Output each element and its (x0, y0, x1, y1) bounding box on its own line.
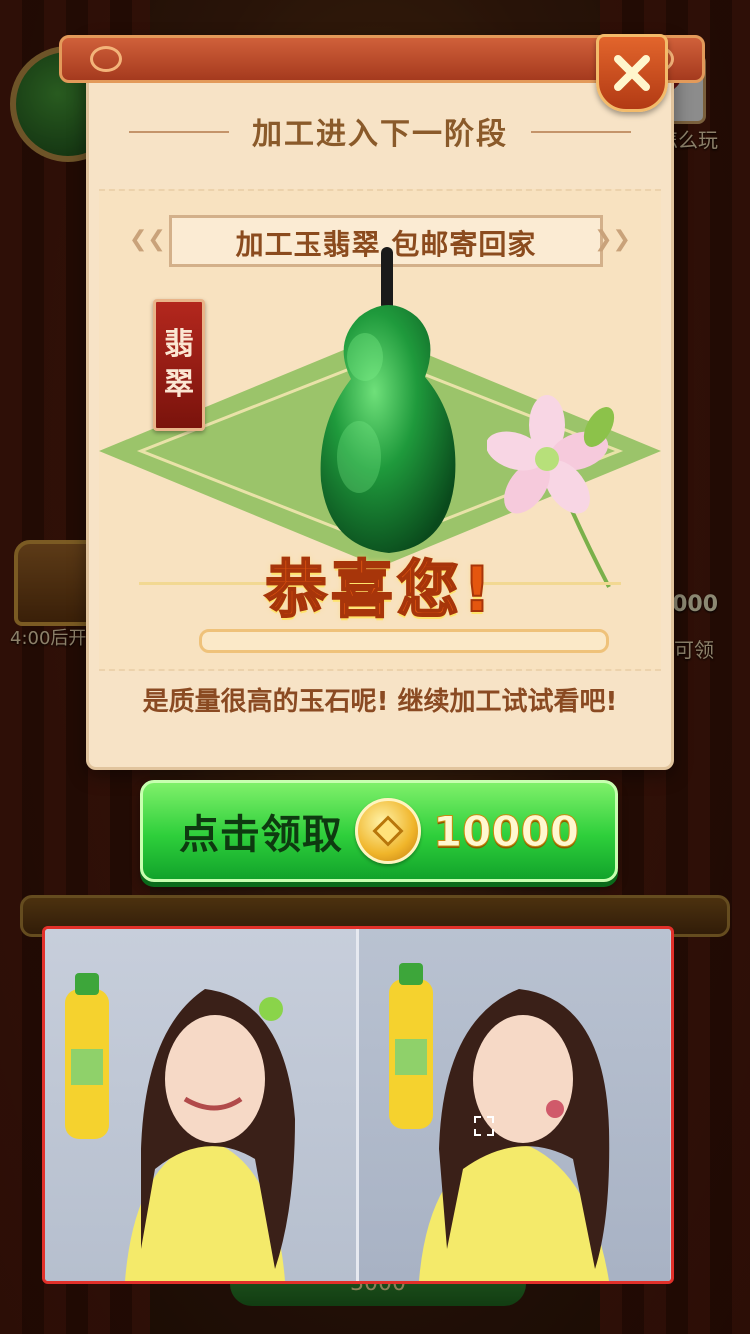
expand-icon[interactable] (473, 1115, 495, 1137)
claim-label: 点击领取 (178, 812, 343, 858)
header-divider-right (531, 131, 631, 133)
congrats-bar (199, 629, 609, 653)
ad-image-right (359, 929, 670, 1281)
coin-icon (354, 798, 421, 864)
seal-char-1: 翡 (164, 327, 194, 362)
congrats-text: 恭喜您! (264, 552, 496, 627)
ribbon-left-arrow-icon: ❮❮ (129, 227, 166, 252)
result-message: 是质量很高的玉石呢! 继续加工试试看吧! (142, 687, 618, 717)
close-icon (614, 55, 650, 91)
jade-seal-stamp: 翡 翠 (153, 299, 205, 431)
reward-dialog: 加工进入下一阶段 ❮❮ 加工玉翡翠 包邮寄回家 ❯❯ 翡 翠 恭喜您! 是质量很… (59, 35, 705, 770)
claim-reward-button[interactable]: 点击领取 10000 (140, 780, 618, 882)
ribbon-right-arrow-icon: ❯❯ (594, 227, 631, 252)
close-button[interactable] (596, 34, 668, 112)
seal-char-2: 翠 (164, 367, 194, 402)
jade-pendant-icon (320, 247, 456, 553)
claim-amount: 10000 (432, 806, 580, 856)
reward-panel: ❮❮ 加工玉翡翠 包邮寄回家 ❯❯ 翡 翠 恭喜您! (99, 189, 661, 671)
ad-banner[interactable] (42, 926, 674, 1284)
ad-image-left (45, 929, 356, 1281)
